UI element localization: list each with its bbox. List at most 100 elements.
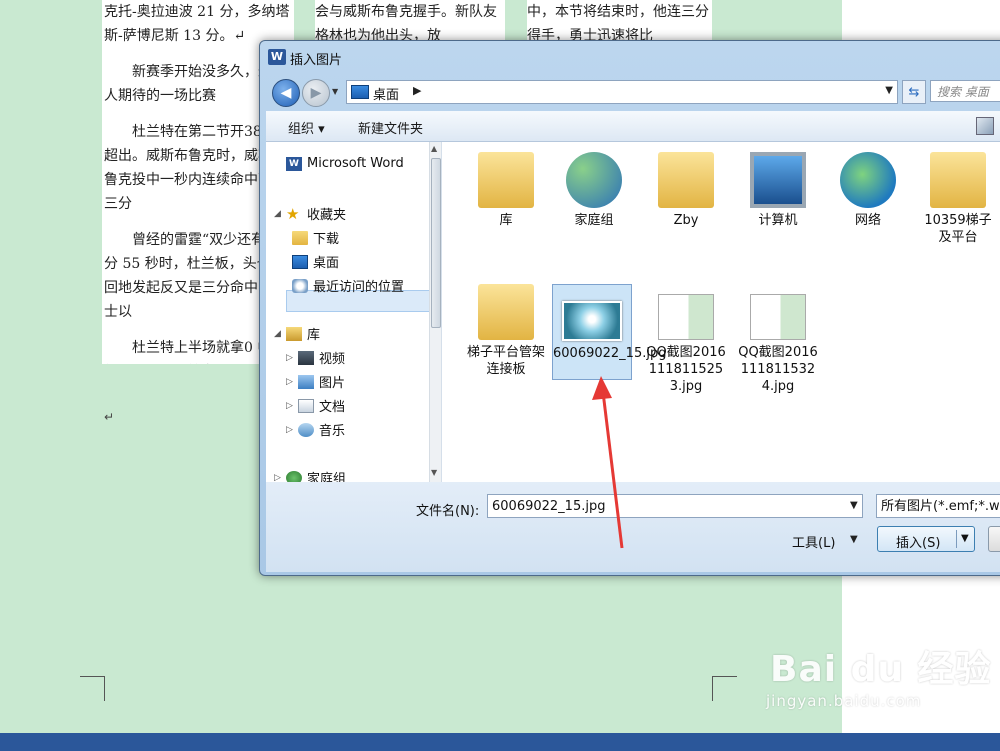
tree-label: 库 [307, 328, 321, 343]
tree-label: 收藏夹 [307, 208, 347, 223]
tree-label: 图片 [319, 376, 346, 391]
navigation-scrollbar[interactable]: ▲ ▼ [429, 142, 441, 482]
scroll-down-icon[interactable]: ▼ [431, 468, 437, 477]
word-app-icon: W [268, 49, 286, 65]
pictures-icon [298, 374, 314, 389]
homegroup-icon [566, 152, 622, 208]
file-label: 家庭组 [574, 213, 614, 228]
dialog-title: 插入图片 [290, 53, 343, 68]
file-item-homegroup[interactable]: 家庭组 [554, 152, 634, 229]
file-item-screenshot-2[interactable]: QQ截图20161118115324.jpg [738, 294, 818, 395]
file-item-screenshot-1[interactable]: QQ截图20161118115253.jpg [646, 294, 726, 395]
chevron-down-icon[interactable]: ▼ [850, 500, 858, 511]
expand-icon[interactable]: ▷ [286, 377, 296, 387]
address-bar[interactable]: 桌面 ▶ ▼ [346, 80, 898, 104]
new-folder-button[interactable]: 新建文件夹 [358, 118, 423, 137]
dialog-toolbar: 组织 ▾ 新建文件夹 [266, 111, 1000, 142]
desktop-icon [351, 85, 369, 99]
search-input[interactable]: 搜索 桌面 [930, 80, 1000, 102]
page-corner-mark [80, 676, 105, 701]
expand-icon[interactable]: ▷ [286, 425, 296, 435]
file-type-select[interactable]: 所有图片(*.emf;*.wmf;*.jpg [876, 494, 1000, 518]
file-item-zby[interactable]: Zby [646, 152, 726, 229]
computer-icon [750, 152, 806, 208]
tools-button[interactable]: 工具(L) [792, 532, 835, 551]
file-label: 库 [499, 213, 513, 228]
file-item-ladder-platform[interactable]: 10359梯子及平台 [918, 152, 998, 246]
chevron-down-icon[interactable]: ▼ [850, 534, 858, 545]
scroll-up-icon[interactable]: ▲ [431, 144, 437, 153]
address-text: 桌面 [373, 88, 400, 103]
file-label: 网络 [854, 213, 881, 228]
file-label: 10359梯子及平台 [924, 213, 992, 245]
tree-label: 家庭组 [307, 472, 347, 482]
tree-item-recent[interactable]: 最近访问的位置 [292, 276, 404, 295]
file-label: 梯子平台管架连接板 [466, 345, 545, 377]
tree-item-word[interactable]: W Microsoft Word [274, 156, 404, 171]
navigation-bar: ◀ ▶ ▼ 桌面 ▶ ▼ ⇆ 搜索 桌面 [266, 77, 1000, 107]
file-label: Zby [673, 213, 699, 228]
dialog-footer: 文件名(N): 60069022_15.jpg ▼ 所有图片(*.emf;*.w… [266, 482, 1000, 572]
file-item-network[interactable]: 网络 [828, 152, 908, 229]
network-globe-icon [840, 152, 896, 208]
tree-item-music[interactable]: ▷ 音乐 [286, 420, 345, 439]
tree-label: 下载 [313, 232, 340, 247]
tree-item-desktop[interactable]: 桌面 [292, 252, 339, 271]
tree-item-pictures[interactable]: ▷ 图片 [286, 372, 345, 391]
tree-item-library[interactable]: ◢ 库 [274, 324, 320, 343]
forward-button[interactable]: ▶ [302, 79, 330, 107]
library-icon [286, 326, 302, 341]
watermark-url: jingyan.baidu.com [766, 692, 922, 710]
tree-label: 文档 [319, 400, 346, 415]
view-options-icon[interactable] [976, 117, 994, 135]
status-bar [0, 733, 1000, 751]
file-label: 计算机 [758, 213, 798, 228]
insert-label: 插入(S) [896, 536, 941, 551]
insert-button[interactable]: 插入(S) ▼ [877, 526, 975, 552]
button-divider [956, 530, 957, 548]
desktop-icon [292, 254, 308, 269]
file-item-computer[interactable]: 计算机 [738, 152, 818, 229]
expand-icon[interactable]: ▷ [286, 401, 296, 411]
watermark-logo: Bai du 经验 [770, 649, 992, 690]
page-corner-mark [712, 676, 737, 701]
tree-item-favorites[interactable]: ◢ ★ 收藏夹 [274, 204, 346, 223]
folder-icon [478, 284, 534, 340]
file-item-library[interactable]: 库 [466, 152, 546, 229]
breadcrumb-arrow-icon[interactable]: ▶ [413, 84, 421, 97]
back-button[interactable]: ◀ [272, 79, 300, 107]
documents-icon [298, 398, 314, 413]
paragraph-mark-icon: ↵ [104, 410, 115, 424]
history-dropdown-icon[interactable]: ▼ [332, 87, 338, 96]
user-folder-icon [658, 152, 714, 208]
expand-icon[interactable]: ◢ [274, 209, 284, 219]
image-thumbnail-icon [562, 301, 622, 341]
cancel-button[interactable] [988, 526, 1000, 552]
dialog-titlebar[interactable]: W 插入图片 [260, 41, 1000, 73]
tree-item-homegroup[interactable]: ▷ 家庭组 [274, 468, 346, 482]
chevron-down-icon[interactable]: ▼ [961, 533, 969, 544]
screenshot-thumbnail-icon [658, 294, 714, 340]
recent-places-icon [292, 278, 308, 293]
tree-label: 桌面 [313, 256, 340, 271]
file-label: QQ截图20161118115324.jpg [738, 345, 818, 394]
tree-label: Microsoft Word [307, 156, 404, 171]
screenshot-thumbnail-icon [750, 294, 806, 340]
tree-label: 视频 [319, 352, 346, 367]
refresh-button[interactable]: ⇆ [902, 80, 926, 104]
tree-item-downloads[interactable]: 下载 [292, 228, 339, 247]
insert-picture-dialog: W 插入图片 ◀ ▶ ▼ 桌面 ▶ ▼ ⇆ 搜索 桌面 组织 ▾ 新建文件夹 W… [259, 40, 1000, 576]
organize-button[interactable]: 组织 ▾ [288, 118, 325, 137]
expand-icon[interactable]: ▷ [274, 473, 284, 483]
file-item-selected-image[interactable]: 60069022_15.jpg [552, 284, 666, 380]
file-item-ladder-connector[interactable]: 梯子平台管架连接板 [466, 284, 546, 378]
tree-item-videos[interactable]: ▷ 视频 [286, 348, 345, 367]
filename-input[interactable]: 60069022_15.jpg [487, 494, 863, 518]
tree-item-documents[interactable]: ▷ 文档 [286, 396, 345, 415]
expand-icon[interactable]: ◢ [274, 329, 284, 339]
chevron-down-icon[interactable]: ▼ [885, 85, 893, 96]
tree-label: 最近访问的位置 [313, 280, 405, 295]
scrollbar-thumb[interactable] [431, 158, 441, 328]
star-icon: ★ [286, 204, 300, 223]
expand-icon[interactable]: ▷ [286, 353, 296, 363]
